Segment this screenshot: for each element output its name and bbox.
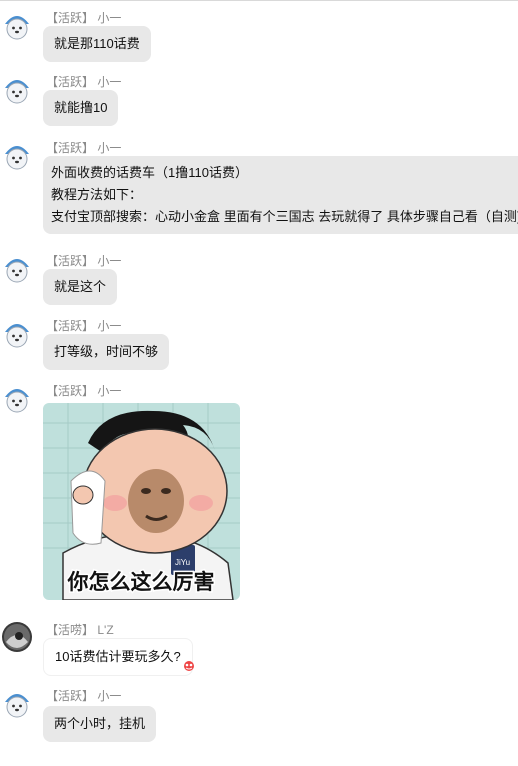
sender-name[interactable]: L'Z xyxy=(97,623,113,637)
member-tag: 【活跃】 xyxy=(46,319,95,333)
sender-name[interactable]: 小一 xyxy=(97,689,121,703)
message-bubble[interactable]: 外面收费的话费车（1撸110话费） 教程方法如下： 支付宝顶部搜索：心动小金盒 … xyxy=(43,156,518,234)
member-tag: 【活跃】 xyxy=(46,141,95,155)
message-line: 支付宝顶部搜索：心动小金盒 里面有个三国志 去玩就得了 具体步骤自己看（自测) xyxy=(51,209,518,224)
message-header: 【活跃】 小一 xyxy=(46,382,121,399)
member-tag: 【活跃】 xyxy=(46,11,95,25)
sender-name[interactable]: 小一 xyxy=(97,384,121,398)
member-tag: 【活唠】 xyxy=(46,623,95,637)
message-header: 【活跃】 小一 xyxy=(46,9,121,26)
message-bubble[interactable]: 就是那110话费 xyxy=(43,26,151,62)
message-header: 【活跃】 小一 xyxy=(46,687,121,704)
sender-name[interactable]: 小一 xyxy=(97,75,121,89)
bear-avatar-icon[interactable] xyxy=(2,383,32,413)
message-header: 【活跃】 小一 xyxy=(46,317,121,334)
bear-avatar-icon[interactable] xyxy=(2,74,32,104)
bubble-decoration-icon xyxy=(184,661,194,671)
message-line: 外面收费的话费车（1撸110话费） xyxy=(51,165,248,180)
message-header: 【活跃】 小一 xyxy=(46,252,121,269)
member-tag: 【活跃】 xyxy=(46,689,95,703)
sender-name[interactable]: 小一 xyxy=(97,319,121,333)
bear-avatar-icon[interactable] xyxy=(2,318,32,348)
sender-name[interactable]: 小一 xyxy=(97,141,121,155)
bear-avatar-icon[interactable] xyxy=(2,140,32,170)
message-bubble[interactable]: 10话费估计要玩多久? xyxy=(43,638,193,676)
bear-avatar-icon[interactable] xyxy=(2,10,32,40)
message-line: 教程方法如下： xyxy=(51,187,143,202)
member-tag: 【活跃】 xyxy=(46,384,95,398)
message-header: 【活跃】 小一 xyxy=(46,139,121,156)
message-bubble[interactable]: 就是这个 xyxy=(43,269,118,305)
sender-name[interactable]: 小一 xyxy=(97,254,121,268)
sticker-caption: 你怎么这么厉害 xyxy=(67,570,215,594)
bear-avatar-icon[interactable] xyxy=(2,253,32,283)
message-header: 【活跃】 小一 xyxy=(46,73,121,90)
sender-name[interactable]: 小一 xyxy=(97,11,121,25)
message-bubble[interactable]: 就能撸10 xyxy=(43,90,119,126)
member-tag: 【活跃】 xyxy=(46,254,95,268)
message-bubble[interactable]: 两个小时，挂机 xyxy=(43,706,157,742)
meme-sticker[interactable]: JiYu 你怎么这么厉害 xyxy=(43,403,240,600)
top-divider xyxy=(0,0,518,1)
message-header: 【活唠】 L'Z xyxy=(46,621,114,638)
meme-sticker-image: JiYu 你怎么这么厉害 xyxy=(43,403,240,600)
bear-avatar-icon[interactable] xyxy=(2,688,32,718)
member-tag: 【活跃】 xyxy=(46,75,95,89)
dark-photo-avatar-icon[interactable] xyxy=(2,622,32,652)
shirt-logo-text: JiYu xyxy=(175,558,190,567)
message-bubble[interactable]: 打等级，时间不够 xyxy=(43,334,170,370)
